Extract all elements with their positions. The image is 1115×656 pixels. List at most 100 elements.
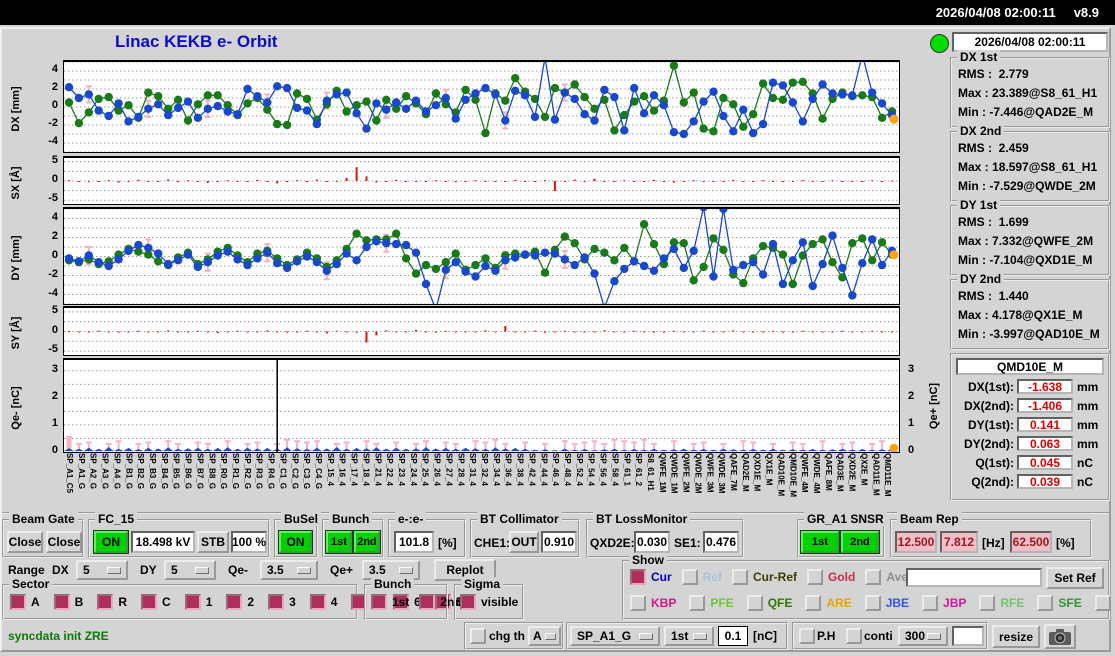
show-qfe-checkbox[interactable] (746, 595, 763, 611)
beam-rep-duty-field: 62.500 (1010, 531, 1052, 553)
range-dx-label: DX (52, 563, 69, 577)
show-cur-ref-checkbox[interactable] (732, 569, 749, 585)
show-sfe-checkbox[interactable] (1037, 595, 1054, 611)
show-jbp-checkbox[interactable] (922, 595, 939, 611)
dx-2nd-max: 18.597@S8_61_H1 (992, 160, 1098, 174)
selected-bpm-panel: QMD10E_M DX(1st): -1.638 mm DX(2nd): -1.406 m… (950, 353, 1110, 501)
sx-sigma-plot[interactable] (63, 156, 900, 205)
show-cur-ref: Cur-Ref (732, 569, 797, 585)
extra-input[interactable] (952, 626, 984, 646)
bpm-value-row: Q(2nd): 0.039 nC (956, 472, 1104, 491)
bpm-axis-label: SP_16_4 (337, 453, 347, 486)
sector-r-checkbox[interactable] (97, 594, 114, 610)
bpm-axis-label: SP_B5_G (171, 453, 181, 490)
bpm-axis-label: SP_B4_G (159, 453, 169, 490)
threshold-unit: [nC] (753, 629, 777, 643)
range-dx-select[interactable]: 5 (76, 560, 128, 580)
sy-ytick: -5 (48, 343, 58, 356)
beam-gate-close-2-button[interactable]: Close (46, 531, 82, 553)
bunch-1st-button[interactable]: 1st (326, 531, 352, 553)
conti-checkbox[interactable] (846, 628, 862, 644)
bpm-axis-label: SP_A1_C5 (65, 453, 74, 494)
status-led (930, 34, 949, 53)
qe-ytick: 0 (51, 444, 58, 456)
show-ref-checkbox[interactable] (681, 569, 698, 585)
bpm-axis-label: QWFE_1M (657, 453, 667, 493)
sector-3-checkbox[interactable] (268, 594, 285, 610)
dy-orbit-plot[interactable] (63, 207, 900, 305)
show-gold: Gold (807, 569, 855, 585)
sector-4-checkbox[interactable] (309, 594, 326, 610)
bpm-axis-label: SP_54_4 (586, 453, 596, 486)
show-ref-label: Ref (702, 570, 723, 584)
sector-b-checkbox[interactable] (53, 594, 70, 610)
sigma-visible-checkbox[interactable] (460, 594, 476, 610)
bpm-axis-label: QWDE_3M (717, 453, 727, 494)
show-cur-checkbox[interactable] (630, 569, 646, 585)
threshold-input[interactable]: 0.1 (718, 626, 748, 646)
show-ave10-checkbox[interactable] (865, 569, 882, 585)
gr-a1-1st-button[interactable]: 1st (801, 531, 839, 553)
sector-checkboxes: ABRC123456BT (10, 594, 472, 610)
bpm-value-unit: mm (1077, 398, 1099, 413)
sector-2-checkbox[interactable] (226, 594, 243, 610)
show-gold-checkbox[interactable] (807, 569, 824, 585)
sy-sigma-plot[interactable] (63, 306, 900, 356)
busel-on-button[interactable]: ON (279, 531, 312, 553)
show-zre-checkbox[interactable] (1094, 595, 1111, 611)
bpm-value-row: DY(1st): 0.141 mm (956, 415, 1104, 434)
range-qe-minus-select[interactable]: 3.5 (260, 560, 318, 580)
bpm-axis-label: SP_36_4 (503, 453, 513, 486)
bpm-axis-label: SP_B1_G (124, 453, 134, 490)
gr-a1-2nd-button[interactable]: 2nd (841, 531, 879, 553)
ph-checkbox[interactable] (799, 628, 815, 644)
screenshot-button[interactable] (1044, 624, 1076, 649)
bunch-1st-checkbox[interactable] (371, 594, 387, 610)
dy-2nd-max: 4.178@QX1E_M (992, 308, 1083, 322)
show-are: ARE (805, 595, 852, 611)
sp-select[interactable]: SP_A1_G (570, 626, 660, 646)
che1-value-field: 0.910 (541, 531, 577, 553)
se1-label: SE1: (674, 536, 701, 550)
bpm-axis-label: SP_15_4 (325, 453, 335, 486)
bunch-select[interactable]: 1st (664, 626, 714, 646)
bpm-axis-label: QAD10E_M (776, 453, 786, 497)
dy-ytick: 4 (51, 210, 58, 223)
charge-plot[interactable] (63, 358, 900, 453)
che1-out-button[interactable]: OUT (509, 531, 539, 553)
bunch-2nd-button[interactable]: 2nd (354, 531, 380, 553)
show-jbe: JBE (864, 595, 909, 611)
sector-r: R (97, 594, 127, 610)
fc15-on-button[interactable]: ON (94, 531, 128, 553)
bunch-checkboxes: 1st 2nd (371, 594, 462, 610)
chg-th-checkbox[interactable] (470, 628, 486, 644)
sector-a-checkbox[interactable] (10, 594, 26, 610)
show-are-checkbox[interactable] (805, 595, 822, 611)
sector-1-checkbox[interactable] (184, 594, 201, 610)
show-jbe-checkbox[interactable] (864, 595, 881, 611)
option-menu-dash-icon (399, 566, 413, 574)
dx-orbit-plot[interactable] (63, 60, 900, 153)
bpm-axis-label: SP_58_4 (610, 453, 620, 486)
ee-ratio-unit: [%] (438, 536, 457, 550)
sector-1: 1 (184, 594, 212, 610)
resize-button[interactable]: resize (992, 625, 1040, 648)
bpm-axis-label: SP_22_4 (385, 453, 395, 486)
beam-gate-close-1-button[interactable]: Close (7, 531, 43, 553)
interval-select[interactable]: 300 (898, 626, 948, 646)
bunch-2nd-checkbox[interactable] (419, 594, 436, 610)
set-ref-button[interactable]: Set Ref (1046, 567, 1104, 589)
show-qfe-label: QFE (767, 596, 793, 610)
range-dy-select[interactable]: 5 (164, 560, 216, 580)
dy-1st-stats-title: DY 1st (957, 198, 1001, 212)
show-rfe-checkbox[interactable] (979, 595, 996, 611)
dx-2nd-min: -7.529@QWDE_2M (989, 179, 1096, 193)
sigma-checkboxes: visible (460, 594, 522, 610)
fc15-stb-button[interactable]: STB (197, 531, 229, 553)
chg-th-select[interactable]: A (528, 626, 561, 646)
show-pfe-checkbox[interactable] (689, 595, 706, 611)
show-kbp-checkbox[interactable] (630, 595, 646, 611)
qe-plus-ytick: 2 (908, 389, 915, 402)
sector-c-checkbox[interactable] (141, 594, 158, 610)
ref-name-input[interactable] (906, 568, 1042, 587)
